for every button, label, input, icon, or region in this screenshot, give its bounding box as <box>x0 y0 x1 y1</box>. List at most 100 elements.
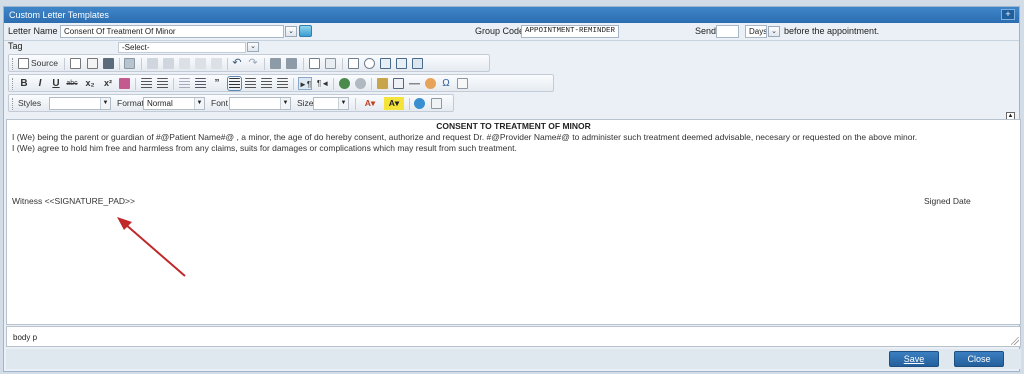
redo-icon[interactable]: ↷ <box>247 57 259 70</box>
save-button[interactable]: Save <box>889 351 939 367</box>
replace-icon[interactable] <box>286 58 297 69</box>
remove-format-icon[interactable] <box>119 78 130 89</box>
source-icon[interactable] <box>18 58 29 69</box>
consent-paragraph-line-2: I (We) agree to hold him free and harmle… <box>12 143 517 153</box>
templates-icon[interactable] <box>124 58 135 69</box>
image-icon[interactable] <box>377 78 388 89</box>
source-button[interactable]: Source <box>31 57 58 70</box>
days-unit-select[interactable]: Days <box>745 25 767 38</box>
increase-indent-icon[interactable] <box>195 78 206 89</box>
expand-button[interactable]: + <box>1001 9 1015 20</box>
send-days-input[interactable] <box>716 25 739 38</box>
preview-icon[interactable] <box>87 58 98 69</box>
background-color-icon[interactable]: A▾ <box>384 97 404 110</box>
select-field-icon[interactable] <box>412 58 423 69</box>
window-titlebar: Custom Letter Templates + <box>4 7 1019 23</box>
days-unit-dropdown-button[interactable]: ⌄ <box>768 26 780 37</box>
letter-name-select[interactable]: Consent Of Treatment Of Minor <box>60 25 284 38</box>
print-icon[interactable] <box>103 58 114 69</box>
horizontal-rule-icon[interactable] <box>409 78 420 89</box>
justify-icon[interactable] <box>277 78 288 89</box>
numbered-list-icon[interactable] <box>141 78 152 89</box>
unlink-icon[interactable] <box>355 78 366 89</box>
toolbar-separator <box>173 78 174 90</box>
toolbar-separator <box>333 78 334 90</box>
chevron-down-icon: ▼ <box>100 98 110 109</box>
editor-toolbar-row-3: Styles ▼ Format Normal ▼ Font ▼ Size ▼ A▾… <box>8 94 454 112</box>
select-all-icon[interactable] <box>309 58 320 69</box>
radio-icon[interactable] <box>364 58 375 69</box>
rtl-icon[interactable]: ¶◄ <box>316 77 330 90</box>
consent-paragraph-line-1: I (We) being the parent or guardian of #… <box>12 132 918 142</box>
tag-dropdown-button[interactable]: ⌄ <box>247 42 259 52</box>
font-select[interactable]: ▼ <box>229 97 291 110</box>
spellcheck-icon[interactable] <box>325 58 336 69</box>
editor-content-area[interactable]: CONSENT TO TREATMENT OF MINOR I (We) bei… <box>6 119 1021 325</box>
send-label: Send <box>695 26 717 36</box>
text-field-icon[interactable] <box>380 58 391 69</box>
letter-name-label: Letter Name <box>8 26 58 36</box>
align-center-icon[interactable] <box>245 78 256 89</box>
letter-name-dropdown-button[interactable]: ⌄ <box>285 26 297 37</box>
resize-handle-icon[interactable] <box>1011 337 1019 345</box>
toolbar-separator <box>409 98 410 110</box>
close-button[interactable]: Close <box>954 351 1004 367</box>
toolbar-separator <box>264 58 265 70</box>
undo-icon[interactable]: ↶ <box>231 57 243 70</box>
superscript-icon[interactable]: x² <box>101 77 115 90</box>
document-title: CONSENT TO TREATMENT OF MINOR <box>436 121 591 131</box>
show-blocks-icon[interactable] <box>431 98 442 109</box>
blockquote-icon[interactable]: ” <box>211 77 223 90</box>
maximize-icon[interactable] <box>414 98 425 109</box>
size-select[interactable]: ▼ <box>313 97 349 110</box>
toolbar-separator <box>227 58 228 70</box>
editor-toolbar-row-2: B I U abc x₂ x² ” ►¶ ¶◄ Ω <box>8 74 554 92</box>
toolbar-separator <box>342 58 343 70</box>
new-page-icon[interactable] <box>70 58 81 69</box>
tag-row: Tag -Select- ⌄ <box>4 41 1019 53</box>
toolbar-separator <box>64 58 65 70</box>
smiley-icon[interactable] <box>425 78 436 89</box>
action-bar: Save Close <box>6 349 1021 369</box>
chevron-down-icon: ⌄ <box>288 28 294 35</box>
decrease-indent-icon[interactable] <box>179 78 190 89</box>
paste-word-icon[interactable] <box>211 58 222 69</box>
cut-icon[interactable] <box>147 58 158 69</box>
tag-select[interactable]: -Select- <box>118 42 246 53</box>
toolbar-grip <box>12 78 14 90</box>
find-icon[interactable] <box>270 58 281 69</box>
styles-select[interactable]: ▼ <box>49 97 111 110</box>
toolbar-grip <box>12 58 14 70</box>
table-icon[interactable] <box>393 78 404 89</box>
chevron-down-icon: ⌄ <box>250 43 256 50</box>
ltr-icon[interactable]: ►¶ <box>298 77 312 90</box>
toolbar-separator <box>141 58 142 70</box>
bulleted-list-icon[interactable] <box>157 78 168 89</box>
notes-icon[interactable] <box>299 25 312 37</box>
italic-icon[interactable]: I <box>34 77 46 90</box>
paste-text-icon[interactable] <box>195 58 206 69</box>
textarea-icon[interactable] <box>396 58 407 69</box>
underline-icon[interactable]: U <box>50 77 62 90</box>
paste-icon[interactable] <box>179 58 190 69</box>
send-suffix-label: before the appointment. <box>784 26 880 36</box>
chevron-down-icon: ▼ <box>338 98 348 109</box>
copy-icon[interactable] <box>163 58 174 69</box>
subscript-icon[interactable]: x₂ <box>83 77 97 90</box>
format-select[interactable]: Normal ▼ <box>143 97 205 110</box>
element-path-bar: body p <box>6 326 1021 347</box>
group-code-field[interactable]: APPOINTMENT-REMINDER <box>521 25 619 38</box>
strikethrough-icon[interactable]: abc <box>65 77 79 90</box>
link-icon[interactable] <box>339 78 350 89</box>
toolbar-grip <box>12 98 14 110</box>
bold-icon[interactable]: B <box>18 77 30 90</box>
toolbar-separator <box>119 58 120 70</box>
special-char-icon[interactable]: Ω <box>440 77 452 90</box>
text-color-icon[interactable]: A▾ <box>360 97 380 110</box>
align-left-icon[interactable] <box>227 76 242 91</box>
checkbox-icon[interactable] <box>348 58 359 69</box>
font-label: Font <box>211 98 229 108</box>
page-break-icon[interactable] <box>457 78 468 89</box>
align-right-icon[interactable] <box>261 78 272 89</box>
letter-details-row: Letter Name Consent Of Treatment Of Mino… <box>4 23 1019 41</box>
